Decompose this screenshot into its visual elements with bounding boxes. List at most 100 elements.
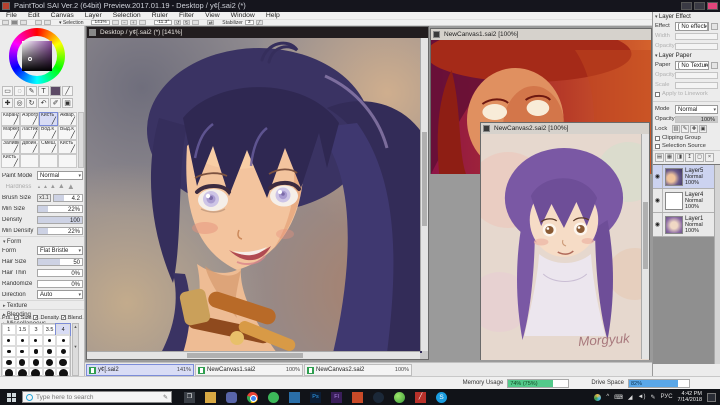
brush-brush-selected[interactable]: Кисть ╱ [39,112,58,126]
delete-layer-icon[interactable]: × [705,153,714,162]
layer-row-layer5[interactable]: ◉ Layer5 Normal 100% [653,165,720,189]
layers-scrollbar[interactable] [714,165,720,364]
menu-help[interactable]: Help [266,12,280,19]
whatsapp-icon[interactable] [268,391,279,403]
panel-toggle2-icon[interactable] [11,20,18,25]
brush-slot-empty[interactable] [58,154,77,168]
brush-slot-empty[interactable] [20,154,39,168]
size-preset[interactable] [2,346,16,357]
brush-size-unit-badge[interactable]: x1.1 [37,193,51,202]
start-button[interactable] [0,389,22,405]
clipping-group-checkbox[interactable] [655,135,660,141]
selection-mode-label[interactable]: ▾ Selection [59,20,83,26]
size-preset[interactable] [29,346,43,357]
taskbar-search[interactable]: ✎ [22,391,172,403]
canvas2-artwork[interactable]: Morgyuk [481,134,649,360]
paper-options-icon[interactable] [711,61,718,69]
apply-linework-checkbox[interactable] [655,91,660,97]
brush-watercolor[interactable]: Аквар. ╱ [58,112,77,126]
canvas2-title-bar[interactable]: NewCanvas2.sai2 [100%] [481,123,649,134]
size-preset[interactable] [29,335,43,346]
pen-tool-icon[interactable]: ✎ [26,86,37,96]
steam-icon[interactable] [373,391,384,403]
line-tool-icon[interactable]: ╱ [255,20,263,25]
panel-toggle-icon[interactable] [2,20,9,25]
menu-edit[interactable]: Edit [28,12,40,19]
size-preset[interactable] [56,357,70,368]
sai-icon[interactable]: ╱ [415,391,426,403]
size-preset[interactable] [2,335,16,346]
stabilizer-value[interactable]: 3 [244,20,254,25]
texture-section-header[interactable]: Texture [0,300,84,309]
menu-layer[interactable]: Layer [85,12,102,19]
layer-opacity-slider[interactable]: 100% [675,115,718,123]
menu-canvas[interactable]: Canvas [51,12,74,19]
layer-paper-section[interactable]: Layer Paper [653,51,720,60]
size-preset[interactable] [2,368,16,376]
brush-marker[interactable]: Маркер ╱ [1,126,20,140]
menu-selection[interactable]: Selection [113,12,141,19]
layer-effect-section[interactable]: Layer Effect [653,12,720,21]
zoom-out-icon[interactable]: − [120,20,128,25]
main-canvas-vertical-scrollbar[interactable] [420,38,428,351]
open-canvas-icon[interactable] [44,20,51,25]
size-preset[interactable] [15,335,30,346]
canvas-window-main[interactable]: Desktop / y¢[.sai2 (*) [141%] [86,26,429,360]
pen-settings-icon[interactable]: ✎ [650,394,655,401]
size-preset[interactable] [42,335,57,346]
rotate-tool-icon[interactable]: ↻ [26,98,37,108]
zoom-fit-icon[interactable] [111,20,119,25]
app-red-icon[interactable] [352,391,363,403]
network-icon[interactable]: ◢ [628,394,633,401]
hair-thin-slider[interactable]: 0% [37,268,83,277]
brush-mix[interactable]: Смеш. ╱ [39,140,58,154]
visibility-eye-icon[interactable]: ◉ [653,213,663,236]
skype-icon[interactable]: S [436,391,447,403]
effect-dropdown[interactable]: [ No effect ] [675,21,709,31]
stroke-tool-icon[interactable]: ╱ [62,86,73,96]
size-preset[interactable] [2,357,16,368]
blend-mode-dropdown[interactable]: Normal [675,104,718,114]
brush-brush3[interactable]: Кисть ╱ [1,154,20,168]
title-bar[interactable]: PaintTool SAI Ver.2 (64bit) Preview.2017… [0,0,720,12]
new-layer-icon[interactable]: ▤ [655,153,664,162]
search-input[interactable] [36,393,146,401]
brush-size-slider[interactable]: 4.2 [53,193,83,202]
selection-source-checkbox[interactable] [655,143,660,149]
canvas-window-newcanvas2[interactable]: NewCanvas2.sai2 [100%] Morgyuk [480,122,650,360]
marquee-tool-icon[interactable]: ▭ [2,86,13,96]
file-explorer-icon[interactable] [205,391,216,403]
discord-icon[interactable] [226,391,237,403]
layer-row-layer4[interactable]: ◉ Layer4 Normal 100% [653,189,720,213]
size-preset[interactable] [56,335,70,346]
paper-dropdown[interactable]: [ No Texture ] [675,60,709,70]
size-preset[interactable] [42,346,57,357]
tab-main-canvas[interactable]: y¢[.sai2 141% [86,364,194,376]
brush-pencil[interactable]: Каранд.╱ [1,112,20,126]
size-preset[interactable] [42,368,57,376]
zoom-tool-icon[interactable]: ◎ [14,98,25,108]
lock-all-icon[interactable]: ▣ [699,125,707,133]
chrome-icon[interactable] [247,391,258,403]
size-preset[interactable]: 3.5 [42,324,57,335]
action-center-icon[interactable] [707,392,716,402]
text-tool-icon[interactable]: T [38,86,49,96]
visibility-eye-icon[interactable]: ◉ [653,189,663,212]
blend-checkbox[interactable] [60,315,66,321]
zoom-field[interactable]: 141% [91,20,110,25]
clock[interactable]: 4:42 PM 7/14/2018 [678,391,702,403]
lock-paint-icon[interactable]: ✎ [681,125,689,133]
tab-newcanvas1[interactable]: NewCanvas1.sai2 100% [195,364,303,376]
move-tool-icon[interactable]: ✚ [2,98,13,108]
brush-slot-empty[interactable] [39,154,58,168]
size-preset-selected[interactable]: 4 [55,323,71,336]
current-color-swatch[interactable] [50,86,61,96]
color-wheel[interactable] [9,28,65,84]
rotate-ccw-icon[interactable]: ↺ [174,20,182,25]
app-green-icon[interactable] [394,391,405,403]
menu-file[interactable]: File [6,12,17,19]
undo-tool-icon[interactable]: ↶ [38,98,49,108]
size-preset[interactable] [42,357,57,368]
rotate-reset-icon[interactable] [192,20,200,25]
angle-field[interactable]: -11.3° [153,20,173,25]
